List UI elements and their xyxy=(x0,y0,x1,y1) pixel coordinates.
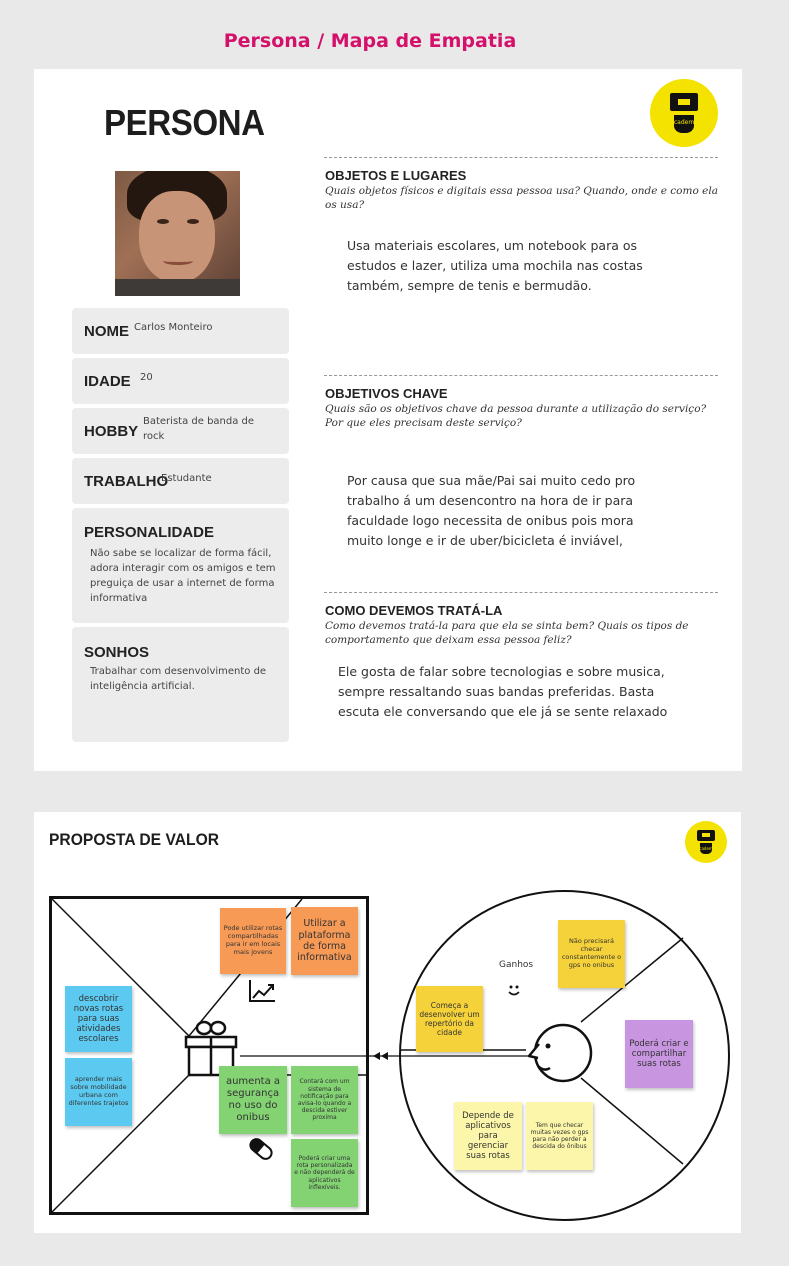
divider xyxy=(324,592,718,593)
objetos-question: Quais objetos físicos e digitais essa pe… xyxy=(325,185,718,211)
pill-icon xyxy=(249,1138,273,1160)
trabalho-label: TRABALHO xyxy=(84,473,169,490)
sticky-note: Utilizar a plataforma de forma informati… xyxy=(291,907,358,975)
objetivos-body: Por causa que sua mãe/Pai sai muito cedo… xyxy=(347,473,636,548)
sticky-note: aprender mais sobre mobilidade urbana co… xyxy=(65,1058,132,1126)
idade-value: 20 xyxy=(140,372,153,383)
sticky-note: Poderá criar uma rota personalizada e nã… xyxy=(291,1139,358,1207)
smiley-icon xyxy=(508,985,520,996)
field-idade: IDADE 20 xyxy=(72,358,289,404)
idade-label: IDADE xyxy=(84,373,131,390)
divider xyxy=(324,375,718,376)
hobby-value: Baterista de banda de rock xyxy=(143,416,255,442)
trabalho-value: Estudante xyxy=(161,473,212,484)
nome-value: Carlos Monteiro xyxy=(134,322,213,333)
sticky-note: Depende de aplicativos para gerenciar su… xyxy=(454,1102,522,1170)
divider xyxy=(324,157,718,158)
sticky-note: Poderá criar e compartilhar suas rotas xyxy=(625,1020,693,1088)
chart-growth-icon xyxy=(249,980,275,1002)
value-proposition-card: PROPOSTA DE VALOR academy Ganhos Pode ut… xyxy=(34,812,741,1233)
objetos-body: Usa materiais escolares, um notebook par… xyxy=(347,238,643,293)
persona-card: PERSONA academy NOME Carlos Monteiro IDA… xyxy=(34,69,742,771)
tratar-title: COMO DEVEMOS TRATÁ-LA xyxy=(325,603,503,618)
sticky-note: Tem que checar muitas vezes o gps para n… xyxy=(526,1102,593,1170)
academy-logo: academy xyxy=(650,79,718,147)
objetivos-question: Quais são os objetivos chave da pessoa d… xyxy=(325,403,707,429)
persona-title: PERSONA xyxy=(104,102,265,143)
objetos-title: OBJETOS E LUGARES xyxy=(325,168,467,183)
tratar-question: Como devemos tratá-la para que ela se si… xyxy=(325,620,689,646)
page-title: Persona / Mapa de Empatia xyxy=(223,30,517,52)
academy-logo: academy xyxy=(685,821,727,863)
field-nome: NOME Carlos Monteiro xyxy=(72,308,289,354)
persona-photo xyxy=(115,171,240,296)
field-sonhos: SONHOS Trabalhar com desenvolvimento de … xyxy=(72,627,289,742)
objetivos-title: OBJETIVOS CHAVE xyxy=(325,386,448,401)
sticky-note: Pode utilizar rotas compartilhadas para … xyxy=(220,908,286,974)
ganhos-label: Ganhos xyxy=(499,960,534,970)
field-hobby: HOBBY Baterista de banda de rock xyxy=(72,408,289,454)
sticky-note: Não precisará checar constantemente o gp… xyxy=(558,920,625,988)
sonhos-label: SONHOS xyxy=(84,644,150,661)
field-personalidade: PERSONALIDADE Não sabe se localizar de f… xyxy=(72,508,289,623)
field-trabalho: TRABALHO Estudante xyxy=(72,458,289,504)
sticky-note: Contará com um sistema de notificação pa… xyxy=(291,1066,358,1134)
nome-label: NOME xyxy=(84,323,129,340)
personalidade-label: PERSONALIDADE xyxy=(84,524,215,541)
tratar-body: Ele gosta de falar sobre tecnologias e s… xyxy=(338,664,668,719)
value-proposition-title: PROPOSTA DE VALOR xyxy=(49,830,220,849)
sticky-note: Começa a desenvolver um repertório da ci… xyxy=(416,986,483,1052)
face-profile-icon xyxy=(527,1023,593,1083)
sticky-note: aumenta a segurança no uso do onibus xyxy=(219,1066,287,1134)
personalidade-value: Não sabe se localizar de forma fácil, ad… xyxy=(90,548,276,604)
hobby-label: HOBBY xyxy=(84,423,139,440)
sticky-note: descobrir novas rotas para suas atividad… xyxy=(65,986,132,1052)
sonhos-value: Trabalhar com desenvolvimento de intelig… xyxy=(90,666,267,692)
